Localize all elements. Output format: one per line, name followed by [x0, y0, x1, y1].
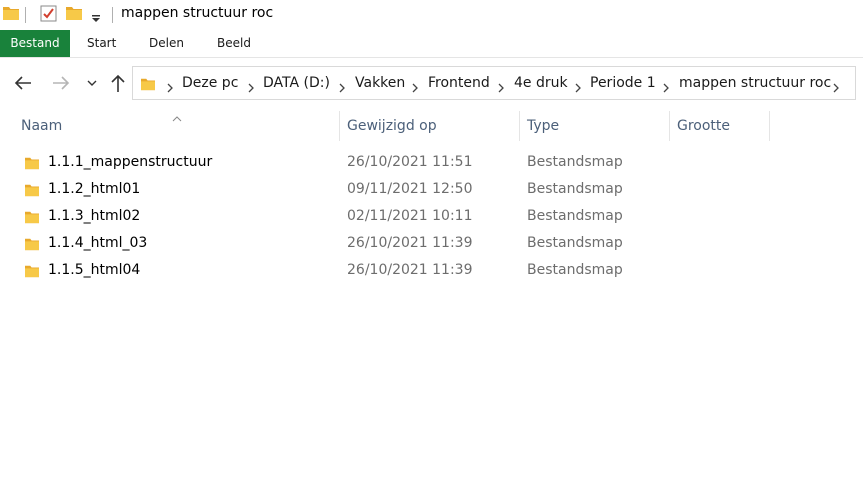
file-type: Bestandsmap: [527, 235, 623, 251]
tab-beeld[interactable]: Beeld: [217, 30, 251, 57]
column-header-type[interactable]: Type: [527, 108, 559, 144]
file-type: Bestandsmap: [527, 208, 623, 224]
file-row[interactable]: 1.1.1_mappenstructuur 26/10/2021 11:51 B…: [0, 149, 863, 176]
folder-icon: [25, 263, 39, 278]
column-header-size[interactable]: Grootte: [677, 108, 730, 144]
breadcrumb-item[interactable]: DATA (D:): [263, 67, 330, 99]
file-name[interactable]: 1.1.4_html_03: [48, 230, 147, 257]
window-title: mappen structuur roc: [121, 5, 274, 21]
forward-arrow-icon[interactable]: [52, 73, 70, 93]
breadcrumb-item[interactable]: Frontend: [428, 67, 490, 99]
folder-icon: [25, 236, 39, 251]
tab-start[interactable]: Start: [87, 30, 116, 57]
folder-icon: [25, 155, 39, 170]
column-header-name[interactable]: Naam: [21, 108, 62, 144]
chevron-right-icon[interactable]: [662, 78, 670, 93]
column-divider[interactable]: [339, 111, 340, 141]
folder-icon: [25, 182, 39, 197]
recent-locations-chevron-icon[interactable]: [86, 73, 98, 93]
chevron-right-icon[interactable]: [832, 78, 840, 93]
up-arrow-icon[interactable]: [109, 73, 127, 93]
file-row[interactable]: 1.1.2_html01 09/11/2021 12:50 Bestandsma…: [0, 176, 863, 203]
file-type: Bestandsmap: [527, 154, 623, 170]
ribbon-tabs: Bestand Start Delen Beeld: [0, 30, 863, 58]
file-modified: 26/10/2021 11:39: [347, 262, 473, 278]
breadcrumb-item[interactable]: Vakken: [355, 67, 405, 99]
breadcrumb-item-current[interactable]: mappen structuur roc: [679, 67, 831, 99]
new-folder-icon[interactable]: [66, 6, 82, 20]
back-arrow-icon[interactable]: [14, 73, 32, 93]
toolbar-separator: [25, 7, 26, 23]
column-divider[interactable]: [769, 111, 770, 141]
tab-bestand[interactable]: Bestand: [0, 30, 70, 57]
column-header-modified[interactable]: Gewijzigd op: [347, 108, 437, 144]
folder-icon: [25, 209, 39, 224]
customize-toolbar-icon[interactable]: [91, 9, 101, 28]
column-divider[interactable]: [519, 111, 520, 141]
navigation-bar: Deze pc DATA (D:) Vakken Frontend 4e dru…: [0, 64, 863, 102]
file-row[interactable]: 1.1.3_html02 02/11/2021 10:11 Bestandsma…: [0, 203, 863, 230]
sort-ascending-icon: [172, 108, 182, 122]
toolbar-separator: [112, 7, 113, 23]
file-name[interactable]: 1.1.5_html04: [48, 257, 140, 284]
file-type: Bestandsmap: [527, 262, 623, 278]
address-bar[interactable]: Deze pc DATA (D:) Vakken Frontend 4e dru…: [132, 66, 856, 100]
chevron-right-icon[interactable]: [166, 78, 174, 93]
file-modified: 09/11/2021 12:50: [347, 181, 473, 197]
file-name[interactable]: 1.1.3_html02: [48, 203, 140, 230]
file-type: Bestandsmap: [527, 181, 623, 197]
chevron-right-icon[interactable]: [497, 78, 505, 93]
title-bar: mappen structuur roc: [0, 0, 863, 30]
file-modified: 02/11/2021 10:11: [347, 208, 473, 224]
breadcrumb-item[interactable]: 4e druk: [514, 67, 568, 99]
folder-icon: [141, 76, 155, 95]
file-name[interactable]: 1.1.2_html01: [48, 176, 140, 203]
tab-delen[interactable]: Delen: [149, 30, 184, 57]
chevron-right-icon[interactable]: [574, 78, 582, 93]
chevron-right-icon[interactable]: [247, 78, 255, 93]
breadcrumb-item[interactable]: Deze pc: [182, 67, 238, 99]
column-headers: Naam Gewijzigd op Type Grootte: [0, 108, 863, 144]
file-modified: 26/10/2021 11:51: [347, 154, 473, 170]
file-row[interactable]: 1.1.5_html04 26/10/2021 11:39 Bestandsma…: [0, 257, 863, 284]
chevron-right-icon[interactable]: [411, 78, 419, 93]
file-name[interactable]: 1.1.1_mappenstructuur: [48, 149, 212, 176]
breadcrumb-item[interactable]: Periode 1: [590, 67, 656, 99]
folder-icon: [3, 6, 19, 20]
file-modified: 26/10/2021 11:39: [347, 235, 473, 251]
properties-icon[interactable]: [40, 5, 57, 26]
column-divider[interactable]: [669, 111, 670, 141]
file-row[interactable]: 1.1.4_html_03 26/10/2021 11:39 Bestandsm…: [0, 230, 863, 257]
chevron-right-icon[interactable]: [338, 78, 346, 93]
